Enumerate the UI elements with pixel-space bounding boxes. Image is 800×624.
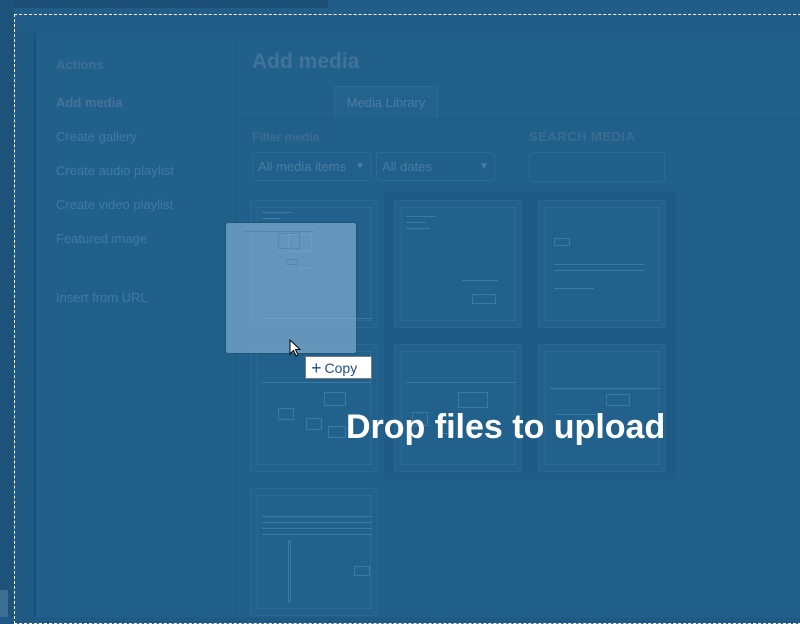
media-type-select[interactable]: All media items ▼ bbox=[252, 152, 371, 181]
tab-bar-divider bbox=[237, 118, 800, 119]
chevron-down-icon: ▼ bbox=[479, 161, 489, 172]
date-value: All dates bbox=[382, 159, 432, 174]
drag-preview bbox=[226, 223, 356, 353]
filter-media-label: Filter media bbox=[252, 130, 320, 144]
modal-top-frame bbox=[14, 0, 800, 33]
media-thumbnail[interactable] bbox=[250, 488, 378, 616]
media-thumbnail[interactable] bbox=[394, 200, 522, 328]
thumbnail-image bbox=[401, 207, 515, 321]
date-select[interactable]: All dates ▼ bbox=[376, 152, 495, 181]
sidebar-item-insert-from-url[interactable]: Insert from URL bbox=[56, 290, 148, 305]
media-type-value: All media items bbox=[258, 159, 347, 174]
thumbnail-image bbox=[545, 207, 659, 321]
search-input[interactable] bbox=[529, 152, 665, 182]
chevron-down-icon: ▼ bbox=[355, 161, 365, 172]
drop-files-message: Drop files to upload bbox=[346, 408, 666, 446]
thumbnail-image bbox=[257, 495, 372, 609]
sidebar-item-featured-image[interactable]: Featured image bbox=[56, 231, 147, 246]
search-media-label: SEARCH MEDIA bbox=[529, 129, 636, 144]
copy-label: Copy bbox=[324, 359, 358, 376]
background-window-edge bbox=[0, 0, 14, 617]
media-sidebar: Actions Add media Create gallery Create … bbox=[36, 36, 237, 617]
actions-heading: Actions bbox=[56, 57, 104, 72]
tab-media-library[interactable]: Media Library bbox=[334, 86, 438, 118]
media-thumbnail[interactable] bbox=[538, 200, 666, 328]
sidebar-item-add-media[interactable]: Add media bbox=[56, 95, 122, 110]
cursor-icon bbox=[289, 339, 302, 357]
tab-upload-placeholder bbox=[238, 86, 330, 118]
plus-icon: + bbox=[311, 357, 322, 378]
frame-tab bbox=[14, 0, 328, 8]
sidebar-item-create-gallery[interactable]: Create gallery bbox=[56, 129, 137, 144]
sidebar-item-create-audio-playlist[interactable]: Create audio playlist bbox=[56, 163, 174, 178]
sidebar-item-create-video-playlist[interactable]: Create video playlist bbox=[56, 197, 173, 212]
copy-badge: + Copy bbox=[305, 356, 372, 379]
page-title: Add media bbox=[252, 50, 360, 73]
background-window-fragment bbox=[0, 590, 8, 617]
